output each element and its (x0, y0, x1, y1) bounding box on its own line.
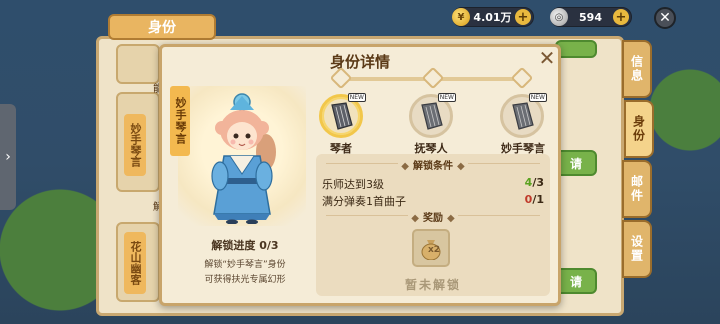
identity-action-button[interactable] (555, 40, 597, 58)
dialog-close-button[interactable]: ✕ (537, 46, 557, 70)
not-unlocked-status: 暂未解锁 (404, 278, 461, 292)
tab-identity[interactable]: 身份 (624, 100, 654, 158)
unlock-desc-line: 可获得扶光专属幻形 (204, 275, 286, 285)
identity-icon-miaoshouqinyan[interactable]: NEW (500, 93, 547, 138)
gold-coin-icon: ¥ (452, 8, 470, 26)
condition-row: 满分弹奏1首曲子 0/1 (322, 193, 544, 209)
conditions-header-text: 解锁条件 (413, 161, 453, 172)
tab-info[interactable]: 信息 (622, 40, 652, 98)
identity-icon-qinzhe[interactable]: NEW (319, 93, 366, 138)
reward-multiplier: x2 (428, 245, 441, 255)
expand-left-button[interactable]: › (0, 104, 16, 210)
silver-currency-value: 594 (579, 10, 602, 24)
condition-value: 0/1 (525, 193, 544, 209)
gold-currency-display: ¥ 4.01万 + (452, 7, 534, 27)
reward-header-text: 奖励 (423, 213, 443, 224)
guqin-icon (331, 102, 353, 130)
condition-text: 满分弹奏1首曲子 (322, 195, 406, 208)
reward-header: ◆ 奖励 ◆ (411, 213, 455, 224)
identity-card-label: 花山幽客 (124, 232, 146, 294)
unlock-progress-label: 解锁进度 0/3 (211, 239, 279, 252)
identity-card[interactable] (116, 44, 160, 84)
unlock-desc-line: 解锁“妙手琴言”身份 (204, 260, 286, 270)
gold-currency-value: 4.01万 (473, 11, 512, 24)
character-portrait (211, 93, 276, 224)
condition-row: 乐师达到3级 4/3 (322, 176, 544, 192)
identity-panel-title: 身份 (108, 14, 216, 40)
condition-text: 乐师达到3级 (322, 178, 384, 191)
silver-currency-display: ◎ 594 + (550, 7, 632, 27)
identity-icon-fuqinren[interactable]: NEW (409, 93, 456, 138)
conditions-header: ◆ 解锁条件 ◆ (401, 161, 465, 172)
identity-action-button[interactable]: 请 (555, 268, 597, 294)
new-badge-icon: NEW (528, 93, 547, 102)
guqin-icon (512, 102, 534, 130)
new-badge-icon: NEW (347, 93, 366, 102)
add-gold-button[interactable]: + (515, 9, 531, 25)
condition-total: /3 (532, 176, 544, 189)
tab-mail[interactable]: 邮件 (622, 160, 652, 218)
identity-action-button[interactable]: 请 (555, 150, 597, 176)
identity-card-label: 妙手琴言 (124, 114, 146, 176)
guqin-icon (421, 102, 443, 130)
silver-coin-icon: ◎ (550, 8, 568, 26)
new-badge-icon: NEW (437, 93, 456, 102)
character-name-ribbon: 妙手琴言 (170, 86, 190, 156)
condition-total: /1 (532, 193, 544, 206)
close-screen-button[interactable]: ✕ (654, 7, 676, 29)
dialog-title: 身份详情 (329, 53, 390, 71)
add-silver-button[interactable]: + (613, 9, 629, 25)
condition-value: 4/3 (525, 176, 544, 192)
tab-settings[interactable]: 设置 (622, 220, 652, 278)
unlock-description: 解锁“妙手琴言”身份 可获得扶光专属幻形 (180, 258, 310, 288)
